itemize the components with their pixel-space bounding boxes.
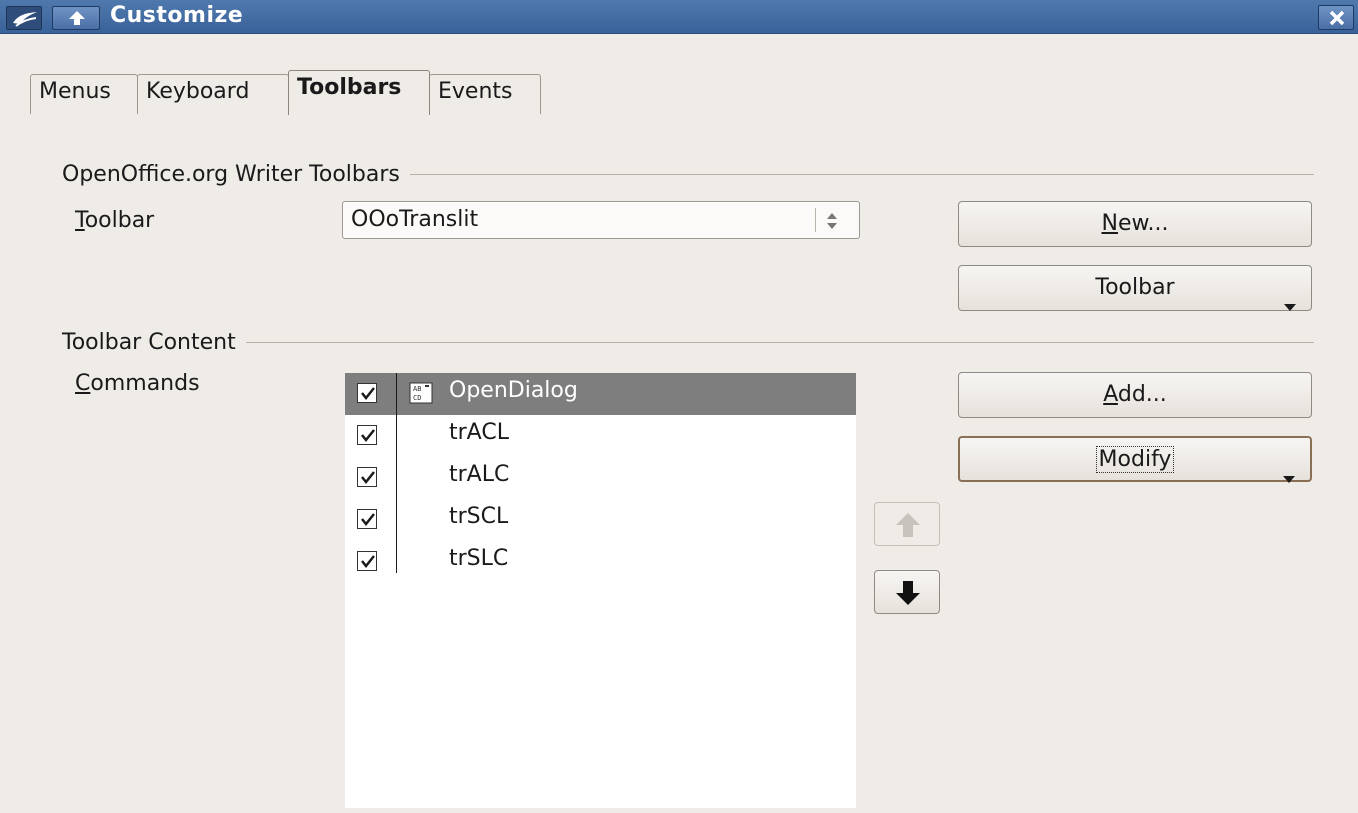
- section-heading-text: Toolbar Content: [62, 329, 236, 355]
- checkbox[interactable]: [357, 509, 377, 529]
- button-label: Modify: [1095, 446, 1175, 473]
- updown-arrows-icon: [825, 210, 839, 238]
- close-icon[interactable]: [1318, 5, 1354, 30]
- move-up-button[interactable]: [874, 502, 940, 546]
- checkbox[interactable]: [357, 425, 377, 445]
- button-label: Toolbar: [1095, 275, 1175, 300]
- tab-events[interactable]: Events: [429, 74, 541, 114]
- commands-list[interactable]: AB CD OpenDialog trACL trALC trSCL trSLC: [345, 373, 856, 808]
- new-toolbar-button[interactable]: New...: [958, 201, 1312, 247]
- command-row-trslc[interactable]: trSLC: [345, 541, 856, 583]
- command-row-trscl[interactable]: trSCL: [345, 499, 856, 541]
- command-label: trSCL: [449, 504, 509, 529]
- abcd-macro-icon: AB CD: [409, 382, 433, 404]
- command-row-tralc[interactable]: trALC: [345, 457, 856, 499]
- svg-text:AB: AB: [413, 385, 421, 393]
- add-command-button[interactable]: Add...: [958, 372, 1312, 418]
- label-text: ommands: [90, 371, 200, 396]
- command-label: trALC: [449, 462, 510, 487]
- content-section-heading: Toolbar Content: [62, 327, 1314, 357]
- section-heading-text: OpenOffice.org Writer Toolbars: [62, 161, 400, 187]
- column-separator: [396, 373, 397, 573]
- up-arrow-icon[interactable]: [52, 6, 100, 30]
- window-title: Customize: [110, 3, 244, 28]
- tab-label: Menus: [39, 79, 111, 104]
- command-row-tracl[interactable]: trACL: [345, 415, 856, 457]
- down-arrow-icon: [896, 581, 920, 605]
- tab-label: Keyboard: [146, 79, 250, 104]
- label-text: oolbar: [84, 208, 155, 233]
- command-row-opendialog[interactable]: AB CD OpenDialog: [345, 373, 856, 415]
- section-divider: [409, 173, 1314, 175]
- checkbox[interactable]: [357, 383, 377, 403]
- tab-menus[interactable]: Menus: [30, 74, 138, 114]
- checkbox[interactable]: [357, 551, 377, 571]
- toolbar-select[interactable]: OOoTranslit: [342, 201, 860, 239]
- button-label: ew...: [1117, 211, 1169, 236]
- tab-label: Toolbars: [297, 75, 402, 100]
- title-bar: Customize: [0, 0, 1358, 34]
- button-label: dd...: [1117, 382, 1167, 407]
- up-arrow-icon: [896, 513, 920, 537]
- caret-down-icon: [1283, 284, 1297, 328]
- accel-key: N: [1101, 211, 1118, 236]
- command-label: trSLC: [449, 546, 509, 571]
- caret-down-icon: [1282, 456, 1296, 500]
- toolbar-select-value: OOoTranslit: [351, 207, 479, 232]
- openoffice-app-icon[interactable]: [6, 6, 42, 30]
- combo-separator: [815, 208, 816, 232]
- command-label: OpenDialog: [449, 378, 578, 403]
- section-divider: [245, 341, 1314, 343]
- modify-button[interactable]: Modify: [958, 436, 1312, 483]
- tab-toolbars[interactable]: Toolbars: [288, 70, 430, 115]
- command-label: trACL: [449, 420, 509, 445]
- move-down-button[interactable]: [874, 570, 940, 614]
- tab-label: Events: [438, 79, 513, 104]
- accel-key: A: [1103, 382, 1118, 407]
- commands-label: Commands: [75, 371, 200, 396]
- accel-key: T: [75, 208, 85, 233]
- toolbar-label: Toolbar: [75, 208, 154, 233]
- svg-text:CD: CD: [413, 394, 421, 402]
- checkbox[interactable]: [357, 467, 377, 487]
- accel-key: C: [75, 371, 91, 396]
- toolbar-menu-button[interactable]: Toolbar: [958, 265, 1312, 311]
- tab-keyboard[interactable]: Keyboard: [137, 74, 289, 114]
- toolbars-section-heading: OpenOffice.org Writer Toolbars: [62, 159, 1314, 189]
